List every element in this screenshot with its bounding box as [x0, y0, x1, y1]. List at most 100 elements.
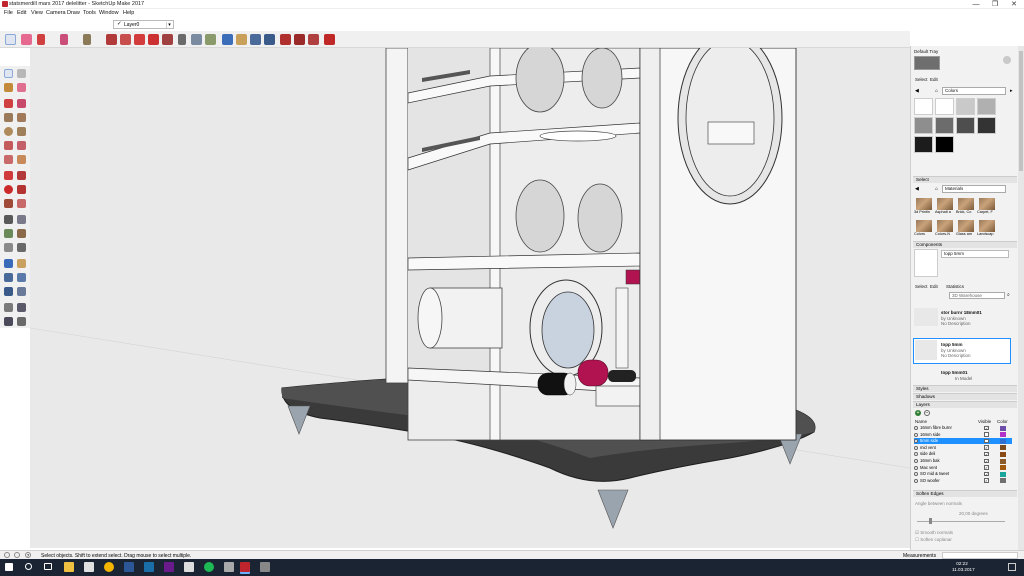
line-tool-icon[interactable] [37, 34, 45, 45]
pan-tool-icon[interactable] [236, 34, 247, 45]
rotate-tool-icon[interactable] [148, 34, 159, 45]
select-tool-icon[interactable] [5, 34, 16, 45]
maximize-button[interactable]: ❐ [987, 0, 1003, 9]
section-plane-icon[interactable] [17, 317, 26, 326]
layer-row[interactable]: 16mm side [914, 432, 1012, 438]
dimension-tool-icon[interactable] [191, 34, 202, 45]
model-viewport[interactable] [30, 48, 910, 548]
component-thumb[interactable] [914, 308, 938, 326]
extension-warehouse-icon[interactable] [294, 34, 305, 45]
zoom-window-icon[interactable] [17, 273, 26, 282]
menu-edit[interactable]: Edit [17, 10, 26, 16]
make-component-icon[interactable] [17, 69, 26, 78]
file-explorer-icon[interactable] [64, 562, 74, 572]
material-item[interactable]: Landscap [977, 220, 997, 240]
material-item[interactable]: Colors-N [935, 220, 955, 240]
layer-dropdown[interactable]: ✓ Layer0 ▾ [113, 20, 174, 29]
swatch[interactable] [914, 136, 933, 153]
rectangle-icon[interactable] [4, 113, 13, 122]
layer-row[interactable]: 16mm fibre burnr ✓ [914, 425, 1012, 431]
line-icon[interactable] [4, 99, 13, 108]
menu-window[interactable]: Window [99, 10, 119, 16]
layer-color-swatch[interactable] [1000, 432, 1006, 438]
collection-dropdown[interactable]: Colors [942, 87, 1006, 95]
active-layer-radio[interactable] [914, 439, 918, 444]
rotate-icon[interactable] [4, 185, 13, 194]
polygon-icon[interactable] [17, 127, 26, 136]
paint-bucket-icon[interactable] [4, 83, 13, 92]
tape-measure-icon[interactable] [178, 34, 186, 45]
component-title[interactable]: topp 5mm01 [941, 370, 968, 375]
layer-color-swatch[interactable] [1000, 465, 1006, 471]
active-layer-radio[interactable] [914, 426, 918, 430]
layer-name[interactable]: SO woofer [920, 478, 940, 484]
delete-layer-icon[interactable]: − [924, 410, 930, 416]
task-view-icon[interactable] [44, 563, 52, 570]
tab-edit[interactable]: Edit [930, 284, 938, 289]
extension-manager-icon[interactable] [324, 34, 335, 45]
active-layer-radio[interactable] [914, 432, 918, 437]
layer-row[interactable]: SO mid & tweet ✓ [914, 471, 1012, 477]
scale-tool-icon[interactable] [162, 34, 173, 45]
shadows-section[interactable]: Shadows [913, 393, 1017, 400]
taskbar-clock[interactable]: 02:22 11.03.2017 [952, 561, 975, 573]
soften-coplanar-checkbox[interactable]: ☐ Soften coplanar [915, 537, 952, 543]
materials-dropdown[interactable]: Materials [942, 185, 1006, 193]
eraser-tool-icon[interactable] [21, 34, 32, 45]
chevron-down-icon[interactable]: ▾ [166, 22, 172, 28]
offset-icon[interactable] [17, 199, 26, 208]
dimension-icon[interactable] [17, 215, 26, 224]
swatch[interactable] [977, 117, 996, 134]
zoom-icon[interactable] [4, 273, 13, 282]
menu-tools[interactable]: Tools [83, 10, 96, 16]
material-item[interactable]: Glass am [956, 220, 976, 240]
menu-draw[interactable]: Draw [67, 10, 80, 16]
layer-row[interactable]: side deli ✓ [914, 451, 1012, 457]
material-item[interactable]: 3d Printin [914, 198, 934, 218]
spotify-icon[interactable] [204, 562, 214, 572]
minimize-button[interactable]: — [968, 0, 984, 9]
swatch[interactable] [977, 98, 996, 115]
circle-icon[interactable] [4, 127, 13, 136]
menu-view[interactable]: View [31, 10, 43, 16]
sketchup-taskbar-icon[interactable] [240, 562, 250, 572]
layer-color-swatch[interactable] [1000, 471, 1006, 477]
push-pull-tool-icon[interactable] [17, 171, 26, 180]
store-icon[interactable] [84, 562, 94, 572]
protractor-icon[interactable] [4, 229, 13, 238]
zoom-tool-icon[interactable] [250, 34, 261, 45]
scrollbar-thumb[interactable] [1019, 51, 1023, 171]
measurements-input[interactable] [942, 552, 1018, 559]
chrome-icon[interactable] [104, 562, 114, 572]
add-layer-icon[interactable]: + [915, 410, 921, 416]
pie-icon[interactable] [17, 155, 26, 164]
menu-file[interactable]: File [4, 10, 13, 16]
app-icon[interactable] [224, 562, 234, 572]
active-layer-radio[interactable] [914, 445, 918, 450]
tab-select[interactable]: Select [915, 284, 928, 289]
layer-name[interactable]: 16mm bak [920, 458, 940, 464]
layer-name[interactable]: mid vent [920, 445, 936, 451]
push-pull-icon[interactable] [106, 34, 117, 45]
layer-visible-checkbox[interactable]: ✓ [984, 445, 989, 450]
axes-icon[interactable] [4, 243, 13, 252]
tray-scrollbar[interactable] [1018, 46, 1024, 550]
offset-tool-icon[interactable] [120, 34, 131, 45]
styles-section[interactable]: Styles [913, 385, 1017, 392]
look-around-icon[interactable] [17, 303, 26, 312]
menu-help[interactable]: Help [123, 10, 134, 16]
component-title[interactable]: stor burnr 18mm01 [941, 310, 982, 315]
eraser-icon[interactable] [17, 83, 26, 92]
tab-edit[interactable]: Edit [930, 77, 938, 82]
home-icon[interactable]: ⌂ [935, 186, 941, 192]
text-tool-icon[interactable] [205, 34, 216, 45]
materials-select-section[interactable]: Select [913, 176, 1017, 183]
layer-name[interactable]: 16mm side [920, 432, 940, 438]
layout-icon[interactable] [308, 34, 319, 45]
swatch[interactable] [935, 98, 954, 115]
layer-row[interactable]: 16mm bak ✓ [914, 458, 1012, 464]
credits-icon[interactable] [14, 552, 20, 558]
back-arrow-icon[interactable]: ◀ [915, 88, 921, 94]
smooth-normals-checkbox[interactable]: ☑ Smooth normals [915, 530, 953, 536]
arc-icon[interactable] [4, 141, 13, 150]
